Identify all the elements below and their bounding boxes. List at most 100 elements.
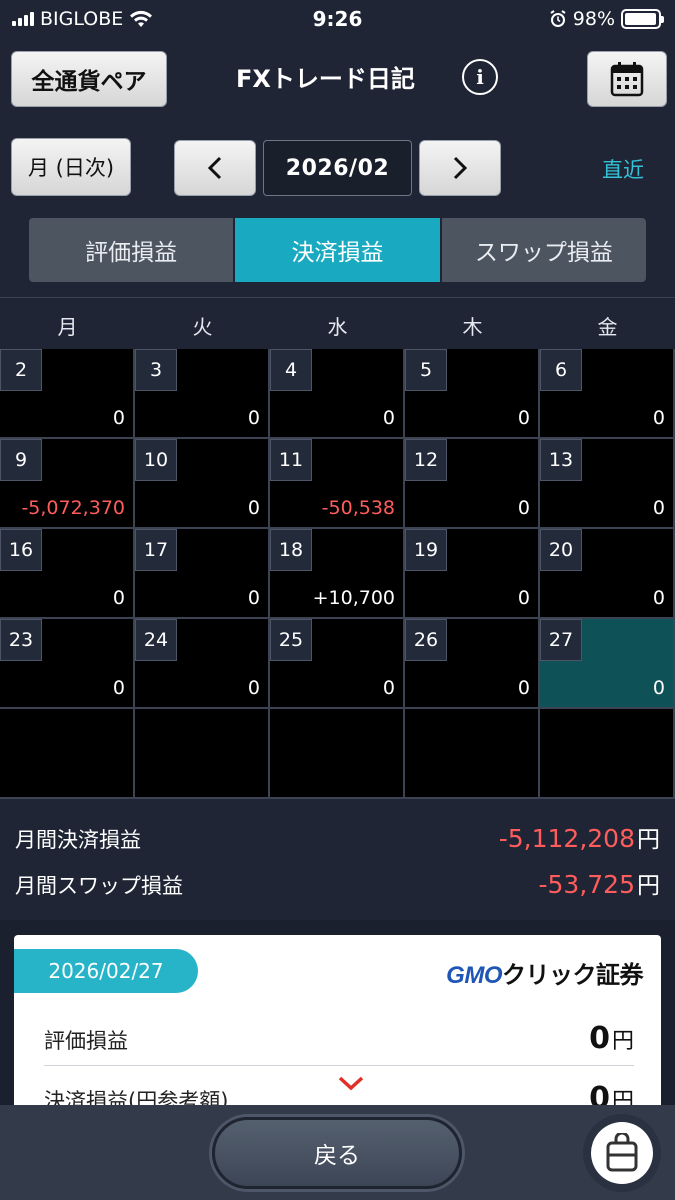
alarm-icon xyxy=(550,10,566,27)
month-navigation: 月 (日次) 2026/02 直近 xyxy=(0,138,675,196)
day-number: 10 xyxy=(135,439,177,481)
day-pnl-value: 0 xyxy=(652,587,665,609)
day-pnl-value: 0 xyxy=(247,407,260,429)
calendar-day-cell[interactable]: 18 +10,700 xyxy=(270,529,405,619)
tab-unrealized[interactable]: 評価損益 xyxy=(29,218,234,282)
detail-label: 評価損益 xyxy=(44,1029,128,1053)
calendar-day-cell[interactable]: 20 0 xyxy=(540,529,675,619)
day-number: 19 xyxy=(405,529,447,571)
previous-month-button[interactable] xyxy=(174,140,256,196)
view-mode-button[interactable]: 月 (日次) xyxy=(11,138,131,196)
calendar-day-cell[interactable]: 19 0 xyxy=(405,529,540,619)
page-title: FXトレード日記 xyxy=(236,65,415,93)
chevron-left-icon xyxy=(207,156,222,180)
calendar-day-cell[interactable]: 25 0 xyxy=(270,619,405,709)
calendar-day-cell[interactable]: 60 xyxy=(540,349,675,439)
day-number: 27 xyxy=(540,619,582,661)
day-number: 20 xyxy=(540,529,582,571)
status-left: BIGLOBE xyxy=(12,8,153,30)
weekday-label: 月 xyxy=(57,314,78,339)
signal-icon xyxy=(12,12,34,26)
calendar-day-cell[interactable]: 9 -5,072,370 xyxy=(0,439,135,529)
tab-settled[interactable]: 決済損益 xyxy=(235,218,440,282)
detail-row-unrealized: 評価損益 0円 xyxy=(44,1021,634,1056)
pnl-tabs: 評価損益 決済損益 スワップ損益 xyxy=(29,218,646,282)
day-number: 11 xyxy=(270,439,312,481)
day-number: 24 xyxy=(135,619,177,661)
day-number: 18 xyxy=(270,529,312,571)
calendar-empty-cell xyxy=(405,709,540,799)
calendar-day-cell[interactable]: 30 xyxy=(135,349,270,439)
calendar-day-cell[interactable]: 11 -50,538 xyxy=(270,439,405,529)
calendar-day-cell[interactable]: 20 xyxy=(0,349,135,439)
calendar-day-cell[interactable]: 27 0 xyxy=(540,619,675,709)
menu-icon xyxy=(591,1122,653,1184)
day-number: 17 xyxy=(135,529,177,571)
day-pnl-value: 0 xyxy=(382,677,395,699)
calendar-grid: 2 0 3 0 4 0 5 0 6 0 9 -5,072,370 10 0 11 -50,538 12 0 13 0 1… xyxy=(0,349,675,799)
calendar-empty-cell xyxy=(540,709,675,799)
calendar-empty-cell xyxy=(270,709,405,799)
detail-section: 2026/02/27 GMOクリック証券 評価損益 0円 決済損益(円参考額) … xyxy=(0,920,675,1175)
currency-pair-button[interactable]: 全通貨ペア xyxy=(11,51,167,107)
calendar-day-cell[interactable]: 50 xyxy=(405,349,540,439)
weekday-header: 月 火 水 木 金 xyxy=(0,300,675,350)
calendar-day-cell[interactable]: 40 xyxy=(270,349,405,439)
wifi-icon xyxy=(130,10,153,27)
day-pnl-value: -5,072,370 xyxy=(21,497,125,519)
day-number: 2 xyxy=(0,349,42,391)
weekday-label: 金 xyxy=(597,314,618,339)
day-pnl-value: 0 xyxy=(652,677,665,699)
calendar-day-cell[interactable]: 13 0 xyxy=(540,439,675,529)
recent-link[interactable]: 直近 xyxy=(602,154,644,184)
calendar-day-cell[interactable]: 24 0 xyxy=(135,619,270,709)
calendar-button[interactable] xyxy=(587,51,667,107)
day-pnl-value: -50,538 xyxy=(321,497,395,519)
day-pnl-value: +10,700 xyxy=(312,587,395,609)
day-pnl-value: 0 xyxy=(517,587,530,609)
calendar-day-cell[interactable]: 12 0 xyxy=(405,439,540,529)
day-number: 3 xyxy=(135,349,177,391)
day-pnl-value: 0 xyxy=(112,407,125,429)
calendar-day-cell[interactable]: 17 0 xyxy=(135,529,270,619)
day-pnl-value: 0 xyxy=(247,677,260,699)
detail-value: 0円 xyxy=(589,1021,634,1056)
day-number: 12 xyxy=(405,439,447,481)
battery-icon xyxy=(621,9,664,29)
day-number: 16 xyxy=(0,529,42,571)
calendar-empty-cell xyxy=(0,709,135,799)
monthly-swap-label: 月間スワップ損益 xyxy=(15,874,183,898)
weekday-label: 水 xyxy=(327,314,348,339)
detail-divider xyxy=(44,1065,634,1066)
day-number: 25 xyxy=(270,619,312,661)
day-pnl-value: 0 xyxy=(517,407,530,429)
status-bar: BIGLOBE 9:26 98% xyxy=(0,0,675,38)
divider xyxy=(0,297,675,298)
day-pnl-value: 0 xyxy=(652,497,665,519)
chevron-right-icon xyxy=(453,156,468,180)
current-month: 2026/02 xyxy=(263,140,412,196)
calendar-day-cell[interactable]: 16 0 xyxy=(0,529,135,619)
tab-swap[interactable]: スワップ損益 xyxy=(441,218,646,282)
info-icon[interactable]: i xyxy=(462,59,498,95)
calendar-day-cell[interactable]: 10 0 xyxy=(135,439,270,529)
gmo-logo: GMOクリック証券 xyxy=(446,962,643,989)
monthly-summary: 月間決済損益 -5,112,208円 月間スワップ損益 -53,725円 xyxy=(0,810,675,920)
calendar-day-cell[interactable]: 26 0 xyxy=(405,619,540,709)
day-pnl-value: 0 xyxy=(382,407,395,429)
calendar-day-cell[interactable]: 23 0 xyxy=(0,619,135,709)
back-button[interactable]: 戻る xyxy=(212,1117,462,1189)
menu-button[interactable] xyxy=(583,1114,661,1192)
carrier-label: BIGLOBE xyxy=(40,8,124,30)
monthly-settled-row: 月間決済損益 -5,112,208円 xyxy=(15,820,660,854)
detail-date-badge: 2026/02/27 xyxy=(14,949,198,993)
weekday-label: 火 xyxy=(192,314,213,339)
monthly-swap-row: 月間スワップ損益 -53,725円 xyxy=(15,866,660,900)
monthly-swap-value: -53,725円 xyxy=(538,870,661,899)
status-right: 98% xyxy=(549,8,664,30)
monthly-settled-value: -5,112,208円 xyxy=(498,824,660,853)
day-pnl-value: 0 xyxy=(112,677,125,699)
day-pnl-value: 0 xyxy=(517,497,530,519)
next-month-button[interactable] xyxy=(419,140,501,196)
monthly-settled-label: 月間決済損益 xyxy=(15,828,141,852)
